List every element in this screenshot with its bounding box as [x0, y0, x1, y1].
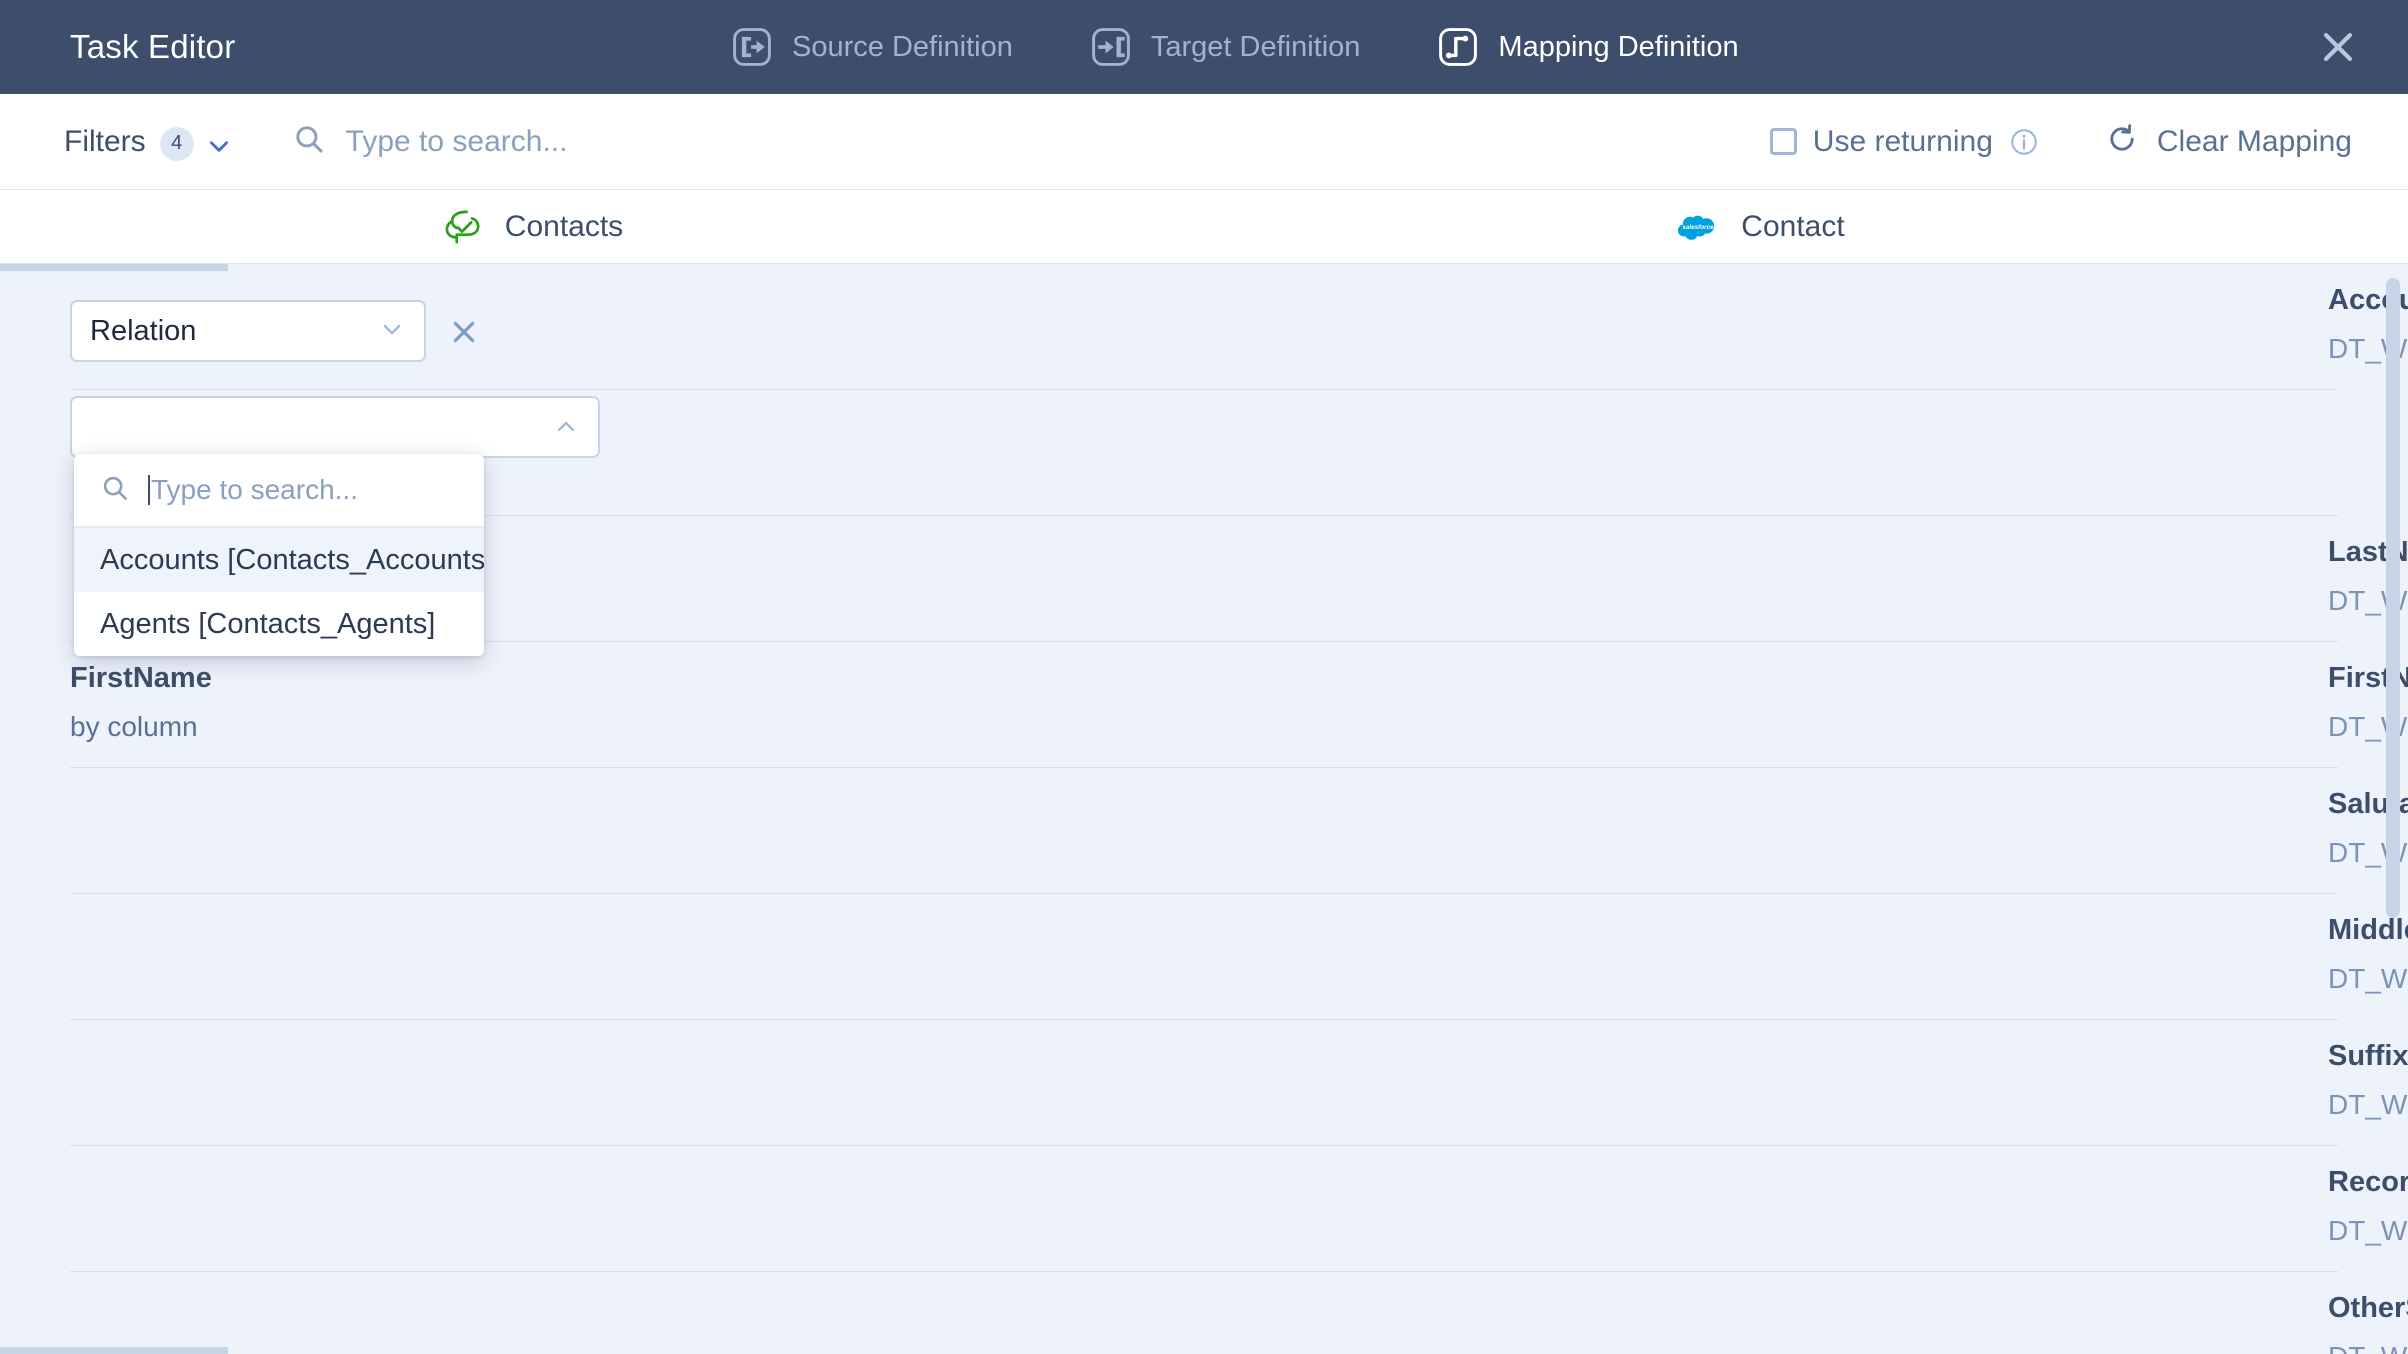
- target-field-cell[interactable]: RecordTypeId (RecordType) DT_WSTR: [1204, 1146, 2408, 1271]
- dropdown-search-placeholder: Type to search...: [148, 474, 358, 506]
- relation-target-combobox[interactable]: [70, 396, 600, 458]
- target-field-name: Suffix: [2328, 1040, 2408, 1073]
- salesforce-cloud-icon: salesforce: [1677, 206, 1719, 248]
- tab-mapping-definition-label: Mapping Definition: [1498, 30, 1739, 63]
- target-field-datatype: DT_WSTR: [2328, 711, 2408, 742]
- source-field-cell[interactable]: FirstName by column: [70, 642, 1204, 767]
- target-field-name: Salutation: [2328, 788, 2408, 821]
- target-column-title: Contact: [1741, 209, 1845, 243]
- use-returning-label: Use returning: [1812, 124, 1993, 158]
- info-icon[interactable]: [2009, 127, 2039, 157]
- target-field-name-text: Suffix: [2328, 1040, 2408, 1072]
- target-field-name: RecordTypeId (RecordType): [2328, 1166, 2408, 1199]
- use-returning-checkbox[interactable]: Use returning: [1769, 124, 2039, 159]
- target-field-cell[interactable]: Salutation DT_WSTR: [1204, 768, 2408, 893]
- filters-label: Filters: [64, 124, 146, 158]
- tab-source-definition[interactable]: Source Definition: [730, 25, 1013, 69]
- title-bar: Task Editor Source Definition Target Def…: [0, 0, 2408, 94]
- mapping-column-headers: Contacts salesforce Contact: [0, 190, 2408, 264]
- target-field-cell[interactable]: FirstName DT_WSTR: [1204, 642, 2408, 767]
- target-field-cell[interactable]: LastName* DT_WSTR: [1204, 516, 2408, 641]
- dropdown-options: Accounts [Contacts_Accounts] Agents [Cont…: [74, 528, 484, 656]
- source-column-header: Contacts: [0, 190, 1204, 263]
- table-row[interactable]: Suffix DT_WSTR: [70, 1020, 2408, 1146]
- target-field-datatype: DT_WSTR: [2328, 837, 2408, 868]
- checkbox-icon[interactable]: [1769, 128, 1797, 155]
- mapping-body: AccountId (Account) DT_WSTR LastName* DT_WS…: [0, 264, 2408, 1354]
- source-field-cell[interactable]: [70, 894, 1204, 1019]
- chevron-down-icon: [206, 133, 232, 159]
- search-placeholder: Type to search...: [345, 124, 568, 158]
- relation-type-value: Relation: [90, 314, 197, 347]
- target-column-header: salesforce Contact: [1204, 190, 2408, 263]
- target-field-datatype: DT_WSTR: [2328, 1089, 2408, 1120]
- tab-source-definition-label: Source Definition: [792, 30, 1013, 63]
- target-field-cell[interactable]: AccountId (Account) DT_WSTR: [1204, 264, 2408, 389]
- target-field-datatype: DT_WSTR: [2328, 1215, 2408, 1246]
- dropdown-option[interactable]: Accounts [Contacts_Accounts]: [74, 528, 484, 592]
- source-field-cell[interactable]: [70, 768, 1204, 893]
- remove-relation-button[interactable]: [448, 316, 480, 348]
- target-field-datatype: DT_WSTR: [2328, 1341, 2408, 1354]
- dropdown-option[interactable]: Agents [Contacts_Agents]: [74, 592, 484, 656]
- dropdown-search-input[interactable]: Type to search...: [74, 454, 484, 528]
- chevron-up-icon: [552, 413, 580, 441]
- tab-mapping-definition[interactable]: Mapping Definition: [1436, 25, 1739, 69]
- source-column-title: Contacts: [504, 209, 624, 243]
- table-row[interactable]: FirstName by column FirstName DT_WSTR: [70, 642, 2408, 768]
- vertical-scrollbar[interactable]: [2386, 278, 2400, 918]
- table-row[interactable]: RecordTypeId (RecordType) DT_WSTR: [70, 1146, 2408, 1272]
- tab-target-definition[interactable]: Target Definition: [1089, 25, 1361, 69]
- quickbooks-contacts-icon: [441, 206, 483, 248]
- target-definition-icon: [1089, 25, 1133, 69]
- chevron-down-icon: [378, 315, 406, 348]
- target-field-name: OtherStreet: [2328, 1292, 2408, 1325]
- target-field-name-text: OtherStreet: [2328, 1292, 2408, 1324]
- close-icon[interactable]: [2316, 25, 2360, 69]
- page-title: Task Editor: [70, 28, 236, 65]
- source-field-name: FirstName: [70, 662, 212, 694]
- target-field-name-text: MiddleName: [2328, 914, 2408, 946]
- table-row[interactable]: MiddleName DT_WSTR: [70, 894, 2408, 1020]
- target-field-name: LastName*: [2328, 536, 2408, 569]
- target-field-cell[interactable]: MiddleName DT_WSTR: [1204, 894, 2408, 1019]
- svg-text:salesforce: salesforce: [1683, 223, 1715, 230]
- reset-icon: [2105, 122, 2139, 161]
- clear-mapping-button[interactable]: Clear Mapping: [2105, 122, 2352, 161]
- filter-bar-actions: Use returning Clear Mapping: [1769, 122, 2352, 161]
- filters-count-badge: 4: [159, 126, 194, 161]
- source-field-cell[interactable]: [70, 1146, 1204, 1271]
- clear-mapping-label: Clear Mapping: [2156, 124, 2352, 158]
- definition-tabs: Source Definition Target Definition Mapp…: [730, 0, 1815, 94]
- table-row[interactable]: OtherStreet DT_WSTR: [70, 1272, 2408, 1354]
- search-icon: [292, 122, 326, 161]
- search-icon: [100, 473, 130, 508]
- target-field-cell[interactable]: OtherStreet DT_WSTR: [1204, 1272, 2408, 1354]
- target-field-name: AccountId (Account): [2328, 284, 2408, 317]
- target-field-datatype: DT_WSTR: [2328, 333, 2408, 364]
- search-input[interactable]: Type to search...: [292, 122, 1770, 161]
- text-caret: [148, 475, 150, 505]
- relation-type-select[interactable]: Relation: [70, 300, 426, 362]
- source-field-cell[interactable]: [70, 1272, 1204, 1354]
- target-field-name: MiddleName: [2328, 914, 2408, 947]
- target-field-cell[interactable]: [1204, 390, 2338, 515]
- tab-target-definition-label: Target Definition: [1150, 30, 1361, 63]
- relation-target-dropdown: Type to search... Accounts [Contacts_Acc…: [74, 454, 484, 656]
- horizontal-scrollbar-bottom[interactable]: [0, 1347, 228, 1354]
- target-field-datatype: DT_WSTR: [2328, 963, 2408, 994]
- source-field-mode: by column: [70, 711, 198, 742]
- target-field-cell[interactable]: Suffix DT_WSTR: [1204, 1020, 2408, 1145]
- source-definition-icon: [730, 25, 774, 69]
- filter-bar: Filters 4 Type to search... Use returnin…: [0, 94, 2408, 190]
- target-field-name-text: RecordTypeId: [2328, 1166, 2408, 1198]
- table-row[interactable]: Salutation DT_WSTR: [70, 768, 2408, 894]
- filters-toggle[interactable]: Filters 4: [64, 123, 232, 161]
- dropdown-search-placeholder-text: Type to search...: [151, 474, 358, 505]
- target-field-datatype: DT_WSTR: [2328, 585, 2408, 616]
- target-field-name: FirstName: [2328, 662, 2408, 695]
- source-field-cell[interactable]: [70, 1020, 1204, 1145]
- mapping-definition-icon: [1436, 25, 1480, 69]
